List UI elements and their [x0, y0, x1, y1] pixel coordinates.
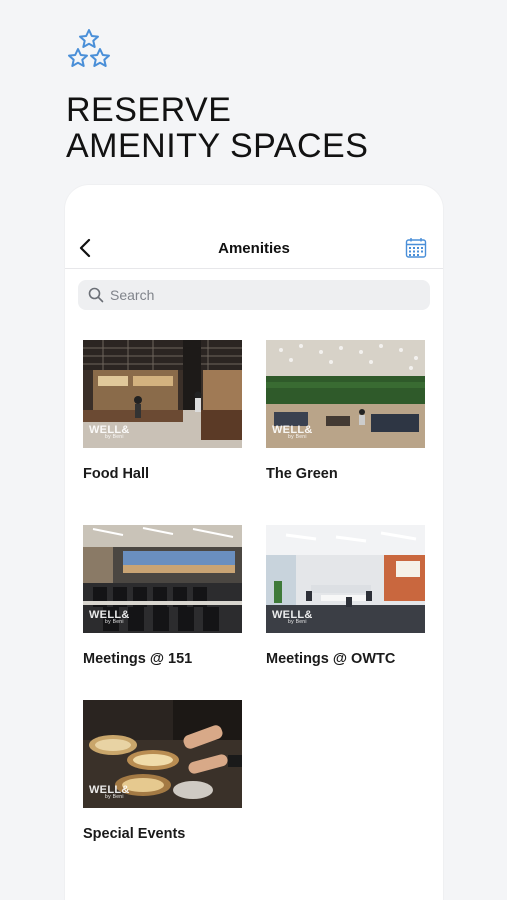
phone-screen: Amenities Search WELL& by Beni Food Hall… [65, 185, 443, 900]
brand-watermark: WELL& by Beni [272, 424, 313, 440]
brand-watermark: WELL& by Beni [89, 424, 130, 440]
green-lounge-photo: WELL& by Beni [266, 340, 425, 448]
amenity-name: The Green [266, 466, 338, 482]
brand-watermark: WELL& by Beni [89, 784, 130, 800]
amenity-card-meetings-owtc[interactable]: WELL& by Beni Meetings @ OWTC [266, 525, 425, 667]
conference-room-photo: WELL& by Beni [266, 525, 425, 633]
headline-line-2: AMENITY SPACES [66, 127, 369, 165]
meeting-room-photo: WELL& by Beni [83, 525, 242, 633]
amenity-card-meetings-151[interactable]: WELL& by Beni Meetings @ 151 [83, 525, 242, 667]
amenity-card-food-hall[interactable]: WELL& by Beni Food Hall [83, 340, 242, 482]
three-stars-icon [68, 29, 110, 67]
nav-bar: Amenities [65, 227, 443, 269]
amenity-name: Meetings @ OWTC [266, 651, 396, 667]
brand-watermark: WELL& by Beni [272, 609, 313, 625]
headline-line-1: RESERVE [66, 91, 232, 129]
search-input[interactable] [110, 280, 420, 310]
brand-watermark: WELL& by Beni [89, 609, 130, 625]
catering-photo: WELL& by Beni [83, 700, 242, 808]
search-icon [88, 287, 104, 303]
page-title: Amenities [218, 240, 290, 257]
amenity-card-the-green[interactable]: WELL& by Beni The Green [266, 340, 425, 482]
amenity-name: Meetings @ 151 [83, 651, 193, 667]
calendar-icon[interactable] [405, 237, 427, 259]
amenity-card-special-events[interactable]: WELL& by Beni Special Events [83, 700, 242, 842]
search-bar [78, 280, 430, 310]
headline: RESERVE AMENITY SPACES [66, 92, 368, 164]
food-hall-photo: WELL& by Beni [83, 340, 242, 448]
amenity-name: Special Events [83, 826, 186, 842]
amenity-name: Food Hall [83, 466, 150, 482]
